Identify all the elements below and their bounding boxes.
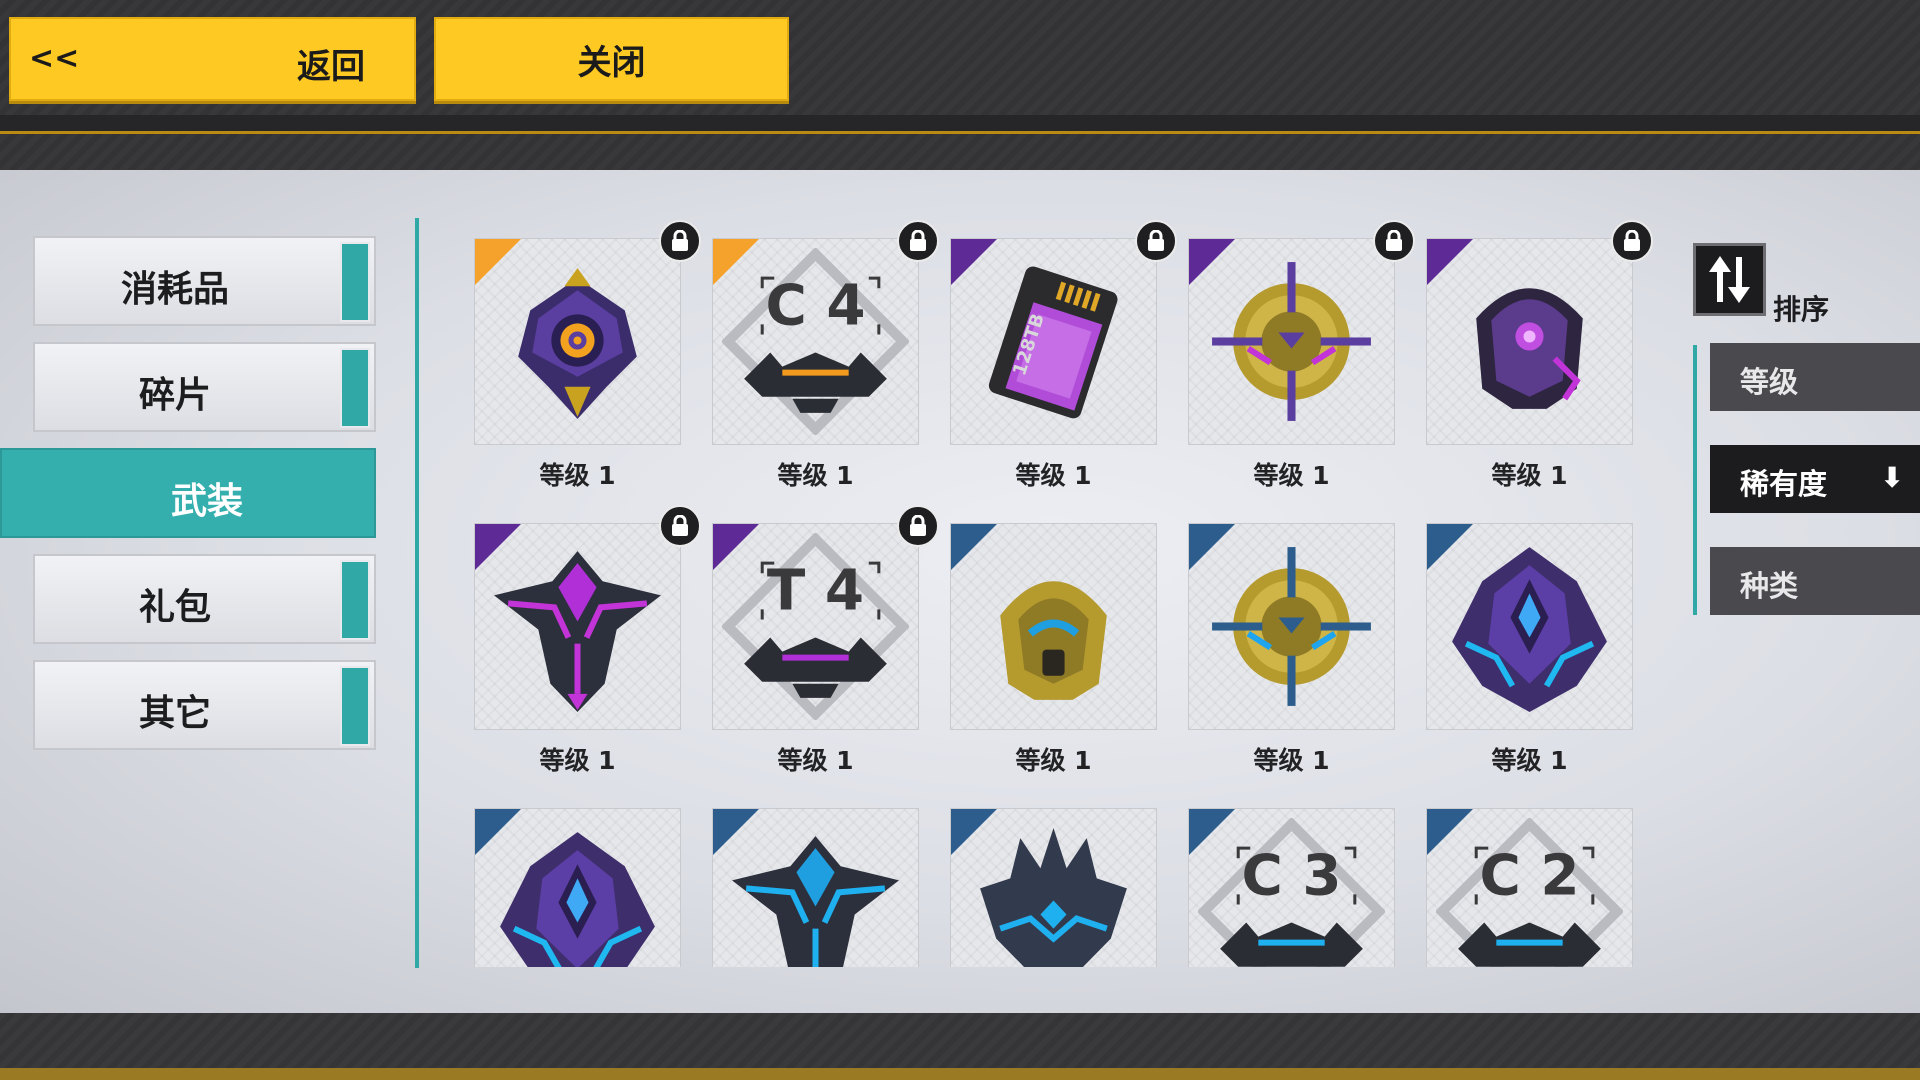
lock-icon xyxy=(897,505,939,547)
item-level-label: 等级 1 xyxy=(777,461,854,490)
category-fragments[interactable]: 碎片 xyxy=(33,342,376,432)
close-button-label: 关闭 xyxy=(577,42,646,83)
item-level-label: 等级 1 xyxy=(1253,461,1330,490)
item-card[interactable]: C 4 等级 1 xyxy=(698,220,939,505)
category-label: 武装 xyxy=(170,481,243,522)
item-card[interactable] xyxy=(936,790,1176,967)
bottom-gold-line xyxy=(0,1068,1920,1080)
c4-blueprint-icon: C 4 xyxy=(722,248,909,435)
category-label: 其它 xyxy=(138,693,211,734)
back-button-label: 返回 xyxy=(297,47,365,87)
sort-option-label: 种类 xyxy=(1740,569,1799,603)
lock-icon xyxy=(897,220,939,262)
close-button[interactable]: 关闭 xyxy=(434,17,789,101)
sort-option-label: 稀有度 xyxy=(1740,467,1828,501)
gold-crosshair-blue-icon xyxy=(1212,547,1371,706)
category-armaments[interactable]: 武装 xyxy=(0,448,376,538)
header-strip xyxy=(0,115,1920,131)
item-card[interactable]: C 2 xyxy=(1412,790,1652,967)
item-level-label: 等级 1 xyxy=(1491,461,1568,490)
item-card[interactable]: 等级 1 xyxy=(936,505,1176,790)
category-label: 消耗品 xyxy=(120,269,229,310)
purple-helmet-icon xyxy=(1476,288,1583,409)
item-card[interactable]: 等级 1 xyxy=(1412,505,1652,790)
item-card[interactable]: 等级 1 xyxy=(460,220,701,505)
back-arrows-icon: << xyxy=(29,41,80,76)
memory-card-icon: 128TB xyxy=(988,266,1118,419)
category-label: 礼包 xyxy=(138,587,211,628)
item-card[interactable] xyxy=(460,790,700,967)
item-level-label: 等级 1 xyxy=(1015,746,1092,775)
sort-arrows-icon xyxy=(1709,256,1750,303)
category-tab-marker xyxy=(340,348,370,428)
sort-option-label: 等级 xyxy=(1740,365,1799,399)
c3-blueprint-icon: C 3 xyxy=(1198,818,1385,967)
category-tab-marker xyxy=(340,560,370,640)
item-card[interactable]: T 4 等级 1 xyxy=(698,505,939,790)
item-card[interactable]: 等级 1 xyxy=(1174,505,1414,790)
svg-text:C 3: C 3 xyxy=(1241,843,1341,908)
gold-crosshair-purple-icon xyxy=(1212,262,1371,421)
lock-icon xyxy=(659,220,701,262)
category-tab-marker xyxy=(340,666,370,746)
item-level-label: 等级 1 xyxy=(1491,746,1568,775)
blue-spike-armor-icon xyxy=(980,828,1127,967)
header-gold-line xyxy=(0,131,1920,134)
item-card[interactable]: 等级 1 xyxy=(460,505,701,790)
item-card[interactable] xyxy=(698,790,938,967)
svg-text:C 4: C 4 xyxy=(765,273,865,338)
back-button[interactable]: << 返回 xyxy=(9,17,416,101)
c2-blueprint-icon: C 2 xyxy=(1436,818,1623,967)
item-level-label: 等级 1 xyxy=(1015,461,1092,490)
blue-wing-emblem-icon xyxy=(732,836,899,967)
svg-text:C 2: C 2 xyxy=(1479,843,1579,908)
item-card[interactable]: 128TB 等级 1 xyxy=(936,220,1177,505)
sort-by-type-button[interactable]: 种类 xyxy=(1710,547,1920,615)
svg-text:T 4: T 4 xyxy=(767,558,864,623)
item-level-label: 等级 1 xyxy=(1253,746,1330,775)
lock-icon xyxy=(659,505,701,547)
sort-by-rarity-button[interactable]: 稀有度 ⬇ xyxy=(1710,445,1920,513)
sort-toggle-button[interactable] xyxy=(1693,243,1766,316)
purple-core-module-icon xyxy=(518,268,637,419)
item-level-label: 等级 1 xyxy=(777,746,854,775)
blue-crystal-emblem-icon xyxy=(1452,547,1607,712)
t4-blueprint-icon: T 4 xyxy=(722,533,909,720)
gold-helmet-icon xyxy=(1000,581,1107,700)
item-card[interactable]: 等级 1 xyxy=(1174,220,1415,505)
item-grid[interactable]: 等级 1 C 4 等级 1 128TB 等级 1 等级 1 等级 1 等级 1 T 4 等… xyxy=(460,220,1660,967)
item-card[interactable]: 等级 1 xyxy=(1412,220,1653,505)
sort-label: 排序 xyxy=(1773,293,1830,326)
item-card[interactable]: C 3 xyxy=(1174,790,1414,967)
lock-icon xyxy=(1135,220,1177,262)
sort-by-level-button[interactable]: 等级 xyxy=(1710,343,1920,411)
category-consumables[interactable]: 消耗品 xyxy=(33,236,376,326)
category-packs[interactable]: 礼包 xyxy=(33,554,376,644)
category-tab-marker xyxy=(340,242,370,322)
sort-descending-icon: ⬇ xyxy=(1880,461,1904,494)
item-level-label: 等级 1 xyxy=(539,746,616,775)
category-others[interactable]: 其它 xyxy=(33,660,376,750)
bottom-bar xyxy=(0,1013,1920,1068)
sort-divider xyxy=(1693,345,1697,615)
category-label: 碎片 xyxy=(138,375,211,416)
blue-crystal-emblem-icon xyxy=(500,832,655,967)
item-level-label: 等级 1 xyxy=(539,461,616,490)
purple-wing-emblem-icon xyxy=(494,551,661,712)
lock-icon xyxy=(1611,220,1653,262)
lock-icon xyxy=(1373,220,1415,262)
category-divider xyxy=(415,218,419,968)
